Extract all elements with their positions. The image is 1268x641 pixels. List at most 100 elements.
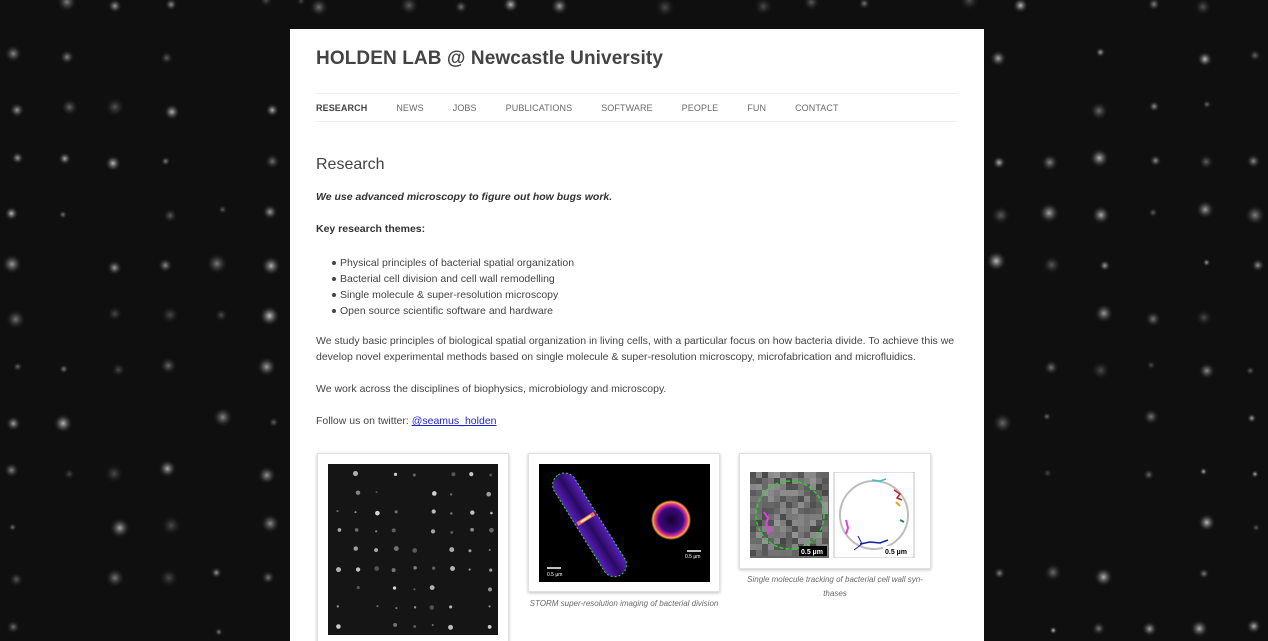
noise-pixel: [774, 472, 780, 478]
background-spot: [159, 50, 174, 65]
noise-pixel: [792, 526, 798, 532]
background-spot: [265, 103, 280, 118]
nav-item-contact[interactable]: CONTACT: [795, 103, 839, 113]
twitter-link[interactable]: @seamus_holden: [412, 415, 497, 427]
molecule-spot: [413, 606, 417, 609]
noise-pixel: [774, 526, 780, 532]
molecule-spot: [487, 625, 492, 629]
molecule-spot: [376, 605, 379, 608]
noise-pixel: [762, 478, 768, 484]
background-spot: [3, 462, 20, 479]
background-spot: [157, 257, 173, 273]
noise-pixel: [774, 502, 780, 508]
background-spot: [1049, 626, 1058, 635]
noise-pixel: [822, 514, 828, 520]
molecule-spot: [352, 470, 359, 477]
nav-item-news[interactable]: NEWS: [396, 103, 423, 113]
background-spot: [858, 0, 871, 10]
noise-pixel: [786, 550, 792, 556]
noise-pixel: [804, 496, 810, 502]
background-spot: [1091, 205, 1111, 225]
twitter-prefix: Follow us on twitter:: [316, 415, 412, 427]
noise-pixel: [804, 514, 810, 520]
molecule-spot: [413, 625, 417, 628]
background-spot: [1198, 362, 1216, 380]
background-spot: [1042, 255, 1062, 275]
molecule-spot: [375, 491, 378, 494]
background-spot: [958, 0, 980, 11]
noise-pixel: [792, 490, 798, 496]
background-spot: [56, 0, 78, 13]
background-spot: [1147, 207, 1159, 218]
background-spot: [1090, 360, 1111, 381]
noise-pixel: [774, 538, 780, 544]
background-spot: [261, 570, 276, 585]
noise-pixel: [780, 472, 786, 478]
molecule-spot: [374, 566, 380, 571]
molecule-spot: [337, 528, 342, 532]
background-spot: [990, 205, 1011, 226]
background-spot: [5, 308, 26, 330]
noise-pixel: [768, 496, 774, 502]
noise-pixel: [786, 502, 792, 508]
storm-scalebar-right: 0.5 µm: [685, 554, 700, 560]
tracking-caption: Single molecule tracking of bacterial ce…: [747, 575, 923, 598]
background-spot: [1040, 153, 1059, 172]
nav-item-publications[interactable]: PUBLICATIONS: [506, 103, 573, 113]
noise-pixel: [792, 508, 798, 514]
site-title[interactable]: HOLDEN LAB @ Newcastle University: [316, 48, 663, 70]
background-spot: [502, 0, 520, 14]
noise-pixel: [792, 532, 798, 538]
molecule-spot: [393, 472, 398, 477]
molecule-spot: [448, 624, 453, 630]
noise-pixel: [816, 478, 822, 484]
noise-pixel: [816, 490, 822, 496]
background-spot: [257, 465, 277, 485]
background-spot: [1202, 258, 1211, 267]
noise-pixel: [774, 490, 780, 496]
nav-item-people[interactable]: PEOPLE: [682, 103, 719, 113]
background-spot: [159, 356, 178, 375]
noise-pixel: [762, 550, 768, 556]
noise-pixel: [756, 472, 762, 478]
noise-pixel: [792, 496, 798, 502]
background-spot: [260, 513, 281, 534]
molecule-spot: [469, 472, 474, 477]
figure-molecule-array[interactable]: [317, 453, 509, 641]
molecule-spot: [490, 511, 493, 515]
nav-item-fun[interactable]: FUN: [747, 103, 766, 113]
molecule-spot: [432, 566, 436, 570]
noise-pixel: [750, 484, 756, 490]
nav-item-jobs[interactable]: JOBS: [453, 103, 477, 113]
background-spot: [1146, 359, 1157, 371]
noise-pixel: [810, 478, 816, 484]
background-spot: [104, 567, 126, 588]
molecule-spot: [429, 605, 435, 610]
background-spot: [1043, 359, 1059, 376]
noise-pixel: [762, 502, 768, 508]
background-spot: [1091, 621, 1106, 636]
noise-pixel: [750, 490, 756, 496]
molecule-spot: [354, 511, 357, 514]
nav-item-software[interactable]: SOFTWARE: [601, 103, 652, 113]
disciplines-paragraph: We work across the disciplines of biophy…: [316, 383, 667, 395]
molecule-spot: [412, 473, 416, 477]
noise-pixel: [804, 502, 810, 508]
content-page: HOLDEN LAB @ Newcastle University RESEAR…: [290, 29, 984, 641]
noise-pixel: [798, 484, 804, 490]
background-spot: [802, 0, 821, 11]
intro-paragraph: We study basic principles of biological …: [316, 335, 955, 363]
noise-pixel: [804, 478, 810, 484]
background-spot: [1148, 100, 1160, 113]
background-spot: [63, 468, 76, 481]
figure-storm[interactable]: 0.5 µm 0.5 µm: [528, 453, 720, 592]
figure-tracking[interactable]: 0.5 µm 0.5 µm: [739, 453, 931, 569]
molecule-spot: [375, 510, 380, 516]
tagline: We use advanced microscopy to figure out…: [316, 191, 613, 203]
nav-item-research[interactable]: RESEARCH: [316, 103, 367, 113]
noise-pixel: [822, 478, 828, 484]
noise-pixel: [780, 526, 786, 532]
noise-pixel: [750, 526, 756, 532]
molecule-spot: [395, 607, 398, 610]
molecule-spot: [374, 548, 379, 552]
